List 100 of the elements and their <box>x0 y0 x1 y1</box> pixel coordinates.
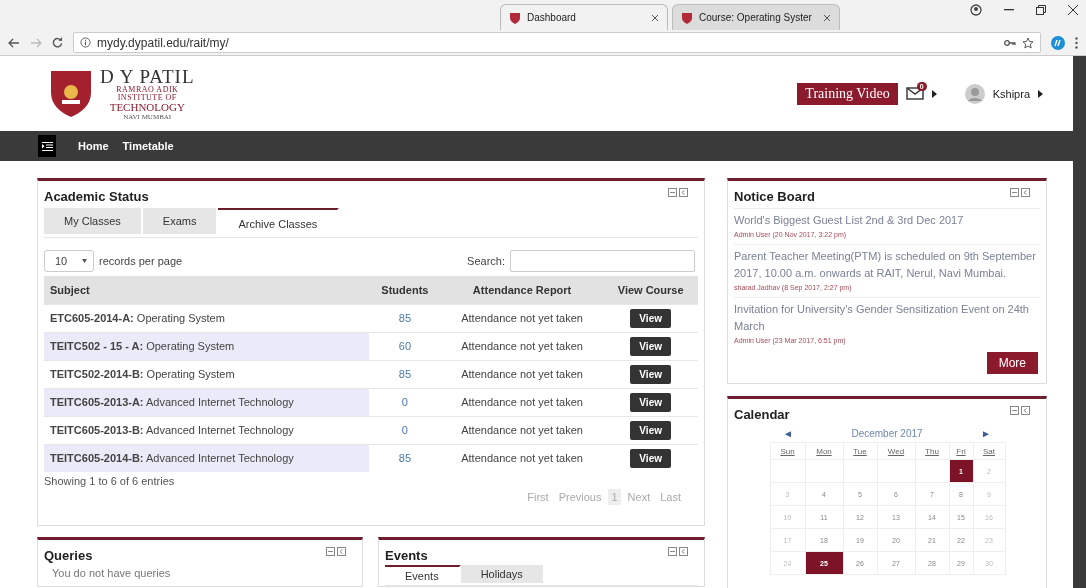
menu-icon <box>41 141 53 151</box>
nav-link[interactable]: Timetable <box>122 140 174 152</box>
collapse-icon[interactable] <box>1021 406 1030 415</box>
previous-month-link[interactable]: ◄ <box>783 428 793 439</box>
address-bar[interactable]: mydy.dypatil.edu/rait/my/ <box>73 32 1041 53</box>
collapse-icon[interactable] <box>337 547 346 556</box>
view-button[interactable]: View <box>630 448 671 468</box>
subject-cell: TEITC502 - 15 - A: Operating System <box>44 332 369 360</box>
logo-text: RAMRAO ADIK <box>116 85 179 94</box>
column-header[interactable]: View Course <box>603 276 698 304</box>
weekday-header: Thu <box>915 442 950 460</box>
card-title: Events <box>385 548 428 563</box>
dropdown-icon <box>82 259 87 263</box>
minimize-icon[interactable] <box>1010 406 1019 415</box>
user-name[interactable]: Kshipra <box>992 87 1030 100</box>
info-icon <box>80 37 91 48</box>
pagination-link[interactable]: Previous <box>555 489 605 505</box>
attendance-cell: Attendance not yet taken <box>440 388 604 416</box>
caret-icon[interactable] <box>1038 89 1043 98</box>
card-title: Calendar <box>734 407 790 422</box>
caret-icon[interactable] <box>931 89 937 98</box>
students-cell: 85 <box>369 304 441 332</box>
subject-cell: TEITC605-2013-A: Advanced Internet Technology <box>44 388 369 416</box>
page-size-label: records per page <box>99 255 183 267</box>
weekday-header: Mon <box>805 442 844 460</box>
view-button[interactable]: View <box>630 392 671 412</box>
view-button[interactable]: View <box>630 364 671 384</box>
students-cell: 0 <box>369 416 441 444</box>
back-icon[interactable] <box>8 37 20 48</box>
pagination-link[interactable]: Last <box>657 489 684 505</box>
star-icon[interactable] <box>1022 36 1034 49</box>
weekday-header: Sun <box>770 442 806 460</box>
subject-cell: ETC605-2014-A: Operating System <box>44 304 369 332</box>
notice-link[interactable]: Parent Teacher Meeting(PTM) is scheduled on 9th September 2017, 10.00 a.m. onwards at RAIT, Nerul, Navi Mumbai. <box>734 248 1040 282</box>
tab[interactable]: Exams <box>142 208 219 234</box>
next-month-link[interactable]: ► <box>981 428 991 439</box>
students-cell: 85 <box>369 360 441 388</box>
nav-link[interactable]: Home <box>78 140 109 152</box>
profile-icon[interactable] <box>970 4 982 16</box>
close-icon[interactable] <box>823 13 831 22</box>
collapse-icon[interactable] <box>679 188 688 197</box>
entries-info: Showing 1 to 6 of 6 entries <box>44 475 176 487</box>
reload-icon[interactable] <box>52 37 63 48</box>
collapse-icon[interactable] <box>679 547 688 556</box>
minimize-icon[interactable] <box>668 188 677 197</box>
students-cell: 60 <box>369 332 441 360</box>
minimize-icon[interactable] <box>1010 188 1019 197</box>
close-icon[interactable] <box>651 13 659 22</box>
search-label: Search: <box>467 255 505 267</box>
card-title: Queries <box>44 548 93 563</box>
notice-link[interactable]: Invitation for University's Gender Sensitization Event on 24th March <box>734 301 1040 335</box>
page-size-select[interactable]: 10 <box>44 250 94 272</box>
view-button[interactable]: View <box>630 308 671 328</box>
mail-icon[interactable] <box>905 87 924 100</box>
students-cell: 0 <box>369 388 441 416</box>
shield-logo <box>50 69 92 118</box>
collapse-icon[interactable] <box>1021 188 1030 197</box>
shield-icon <box>509 11 521 24</box>
training-video-button[interactable]: Training Video <box>797 82 898 105</box>
month-title: December 2017 <box>851 428 923 439</box>
column-header[interactable]: Subject <box>44 276 369 304</box>
more-button[interactable]: More <box>986 352 1038 374</box>
weekday-header: Tue <box>843 442 878 460</box>
extension-icon[interactable] <box>1051 35 1065 50</box>
view-button[interactable]: View <box>630 336 671 356</box>
students-cell: 85 <box>369 444 441 472</box>
attendance-cell: Attendance not yet taken <box>440 304 604 332</box>
pagination-link[interactable]: First <box>524 489 552 505</box>
close-window-icon[interactable] <box>1068 5 1078 15</box>
pagination-link[interactable]: 1 <box>608 489 621 505</box>
logo-name: D Y PATIL <box>100 66 195 86</box>
subject-cell: TEITC502-2014-B: Operating System <box>44 360 369 388</box>
avatar-icon[interactable] <box>964 83 985 104</box>
search-field[interactable] <box>510 250 695 272</box>
weekday-header: Wed <box>877 442 916 460</box>
tab[interactable]: Holidays <box>460 565 545 583</box>
subject-cell: TEITC605-2013-B: Advanced Internet Technology <box>44 416 369 444</box>
browser-tab[interactable]: Course: Operating Syster <box>672 4 840 30</box>
minimize-icon[interactable] <box>668 547 677 556</box>
column-header[interactable]: Students <box>369 276 441 304</box>
notice-link[interactable]: World's Biggest Guest List 2nd & 3rd Dec 2017 <box>734 212 1040 229</box>
minimize-window-icon[interactable] <box>1004 9 1014 11</box>
empty-message: You do not have queries <box>51 567 172 579</box>
view-button[interactable]: View <box>630 420 671 440</box>
pagination-link[interactable]: Next <box>624 489 654 505</box>
attendance-cell: Attendance not yet taken <box>440 332 604 360</box>
subject-cell: TEITC605-2014-B: Advanced Internet Technology <box>44 444 369 472</box>
browser-tab[interactable]: Dashboard <box>500 4 668 30</box>
logo-text: INSTITUTE OF <box>117 93 177 102</box>
attendance-cell: Attendance not yet taken <box>440 416 604 444</box>
column-header[interactable]: Attendance Report <box>440 276 604 304</box>
menu-icon[interactable] <box>1075 36 1078 49</box>
key-icon[interactable] <box>1004 38 1016 47</box>
logo-text: TECHNOLOGY <box>109 101 185 113</box>
minimize-icon[interactable] <box>326 547 335 556</box>
tab[interactable]: My Classes <box>44 208 143 234</box>
menu-toggle-button[interactable] <box>38 135 56 157</box>
restore-window-icon[interactable] <box>1036 5 1046 15</box>
shield-icon <box>681 11 693 24</box>
attendance-cell: Attendance not yet taken <box>440 360 604 388</box>
